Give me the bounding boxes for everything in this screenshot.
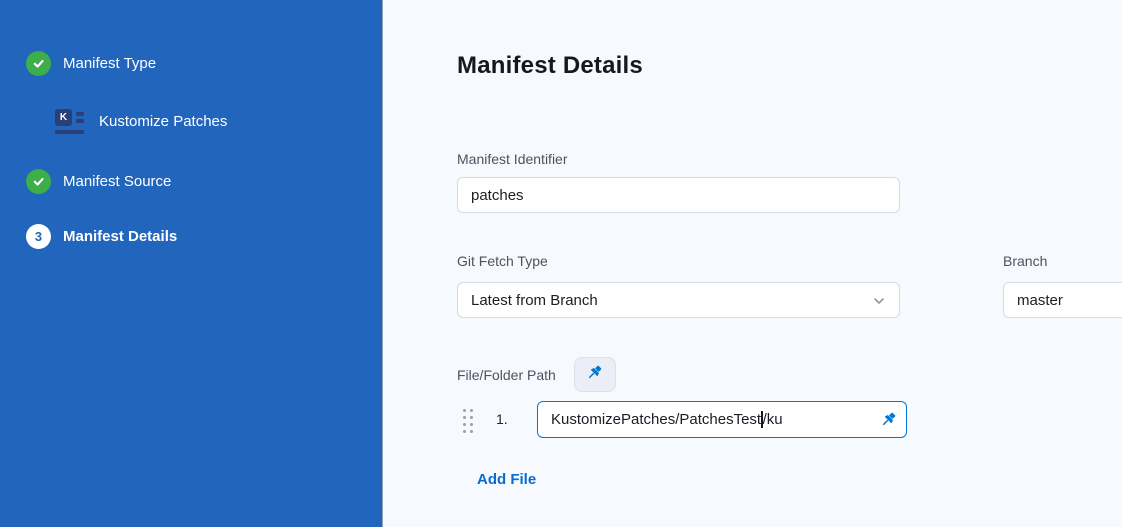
wizard-steps-sidebar: Manifest Type K Kustomize Patches Manife…: [0, 0, 383, 527]
manifest-identifier-input[interactable]: [457, 177, 900, 213]
step-number-badge: 3: [26, 224, 51, 249]
branch-input[interactable]: [1003, 282, 1122, 318]
drag-handle-icon[interactable]: [461, 407, 475, 435]
path-row-index: 1.: [496, 411, 508, 427]
path-value-before-caret: KustomizePatches/PatchesTest: [551, 411, 761, 428]
manifest-wizard-page: Manifest Type K Kustomize Patches Manife…: [0, 0, 1122, 527]
git-fetch-type-label: Git Fetch Type: [457, 253, 548, 269]
path-value-after-caret: /ku: [763, 411, 783, 428]
file-folder-path-label-row: File/Folder Path: [457, 357, 616, 392]
step-label: Manifest Type: [63, 55, 156, 72]
branch-label: Branch: [1003, 253, 1047, 269]
substep-label: Kustomize Patches: [99, 113, 227, 130]
check-icon: [26, 169, 51, 194]
kustomize-icon: K: [55, 109, 86, 134]
kustomize-icon-letter: K: [55, 109, 72, 126]
chevron-down-icon: [871, 293, 887, 313]
manifest-identifier-label: Manifest Identifier: [457, 151, 568, 167]
sidebar-item-manifest-source[interactable]: Manifest Source: [26, 169, 171, 194]
fixed-value-pin-button[interactable]: [574, 357, 616, 392]
add-file-button[interactable]: Add File: [477, 471, 536, 488]
step-label: Manifest Details: [63, 228, 177, 245]
page-title: Manifest Details: [457, 52, 643, 80]
path-input[interactable]: KustomizePatches/PatchesTest/ku: [537, 401, 907, 438]
git-fetch-type-select[interactable]: Latest from Branch: [457, 282, 900, 318]
sidebar-item-manifest-details[interactable]: 3 Manifest Details: [26, 224, 177, 249]
sidebar-item-manifest-type[interactable]: Manifest Type: [26, 51, 156, 76]
path-row: 1. KustomizePatches/PatchesTest/ku: [457, 400, 1017, 440]
check-icon: [26, 51, 51, 76]
file-folder-path-label: File/Folder Path: [457, 367, 556, 383]
pin-icon: [586, 364, 603, 386]
git-fetch-type-selected-value: Latest from Branch: [471, 292, 598, 309]
manifest-details-panel: Manifest Details Manifest Identifier Git…: [384, 0, 1122, 527]
sidebar-subitem-kustomize-patches[interactable]: K Kustomize Patches: [55, 109, 227, 134]
step-label: Manifest Source: [63, 173, 171, 190]
pin-icon: [880, 411, 897, 432]
